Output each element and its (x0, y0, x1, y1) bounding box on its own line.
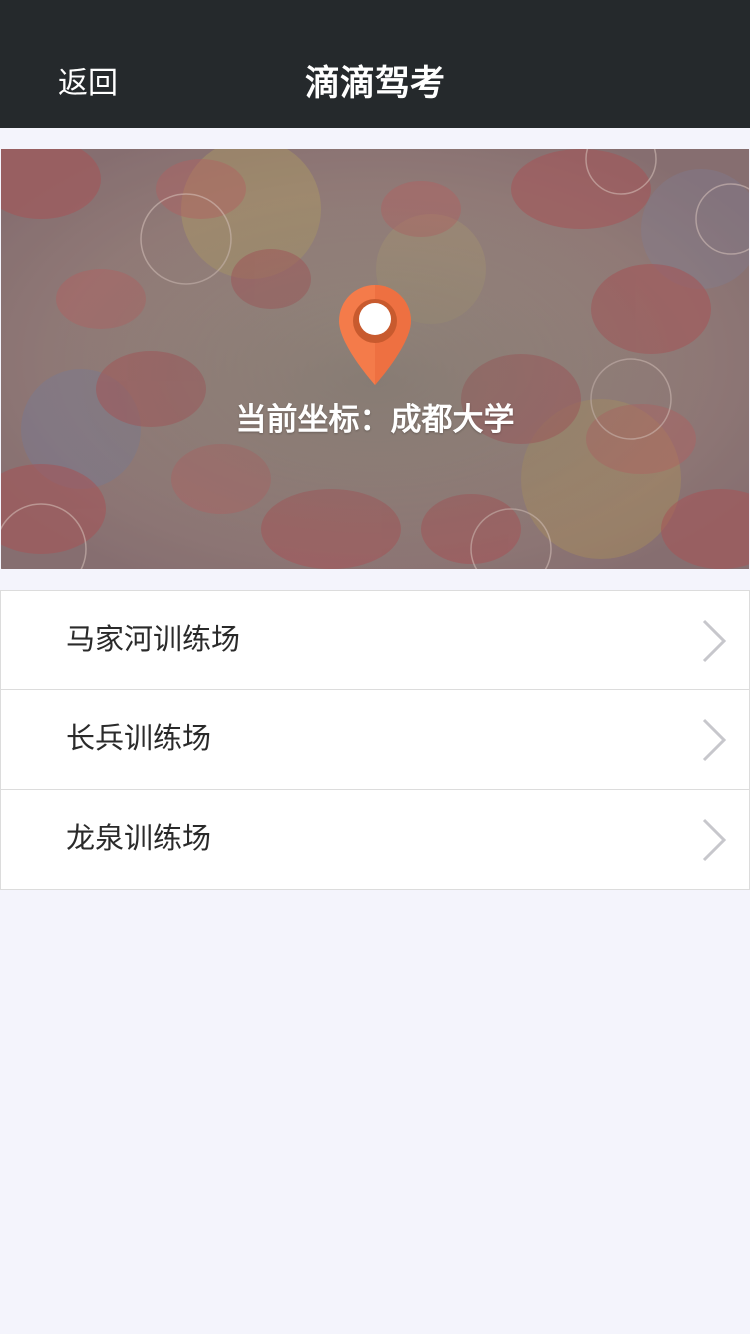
map-pin-icon (339, 285, 411, 385)
list-item-changbing[interactable]: 长兵训练场 (0, 690, 750, 790)
list-item-label: 长兵训练场 (66, 721, 212, 755)
list-item-label: 龙泉训练场 (66, 821, 212, 855)
chevron-right-icon (702, 619, 727, 663)
list-item-longquan[interactable]: 龙泉训练场 (0, 790, 750, 890)
training-ground-list: 马家河训练场 长兵训练场 龙泉训练场 (0, 590, 750, 890)
chevron-right-icon (702, 818, 727, 862)
navigation-bar: 返回 滴滴驾考 (0, 0, 750, 128)
list-item-majiahe[interactable]: 马家河训练场 (0, 590, 750, 690)
list-item-label: 马家河训练场 (66, 622, 241, 656)
current-location-label: 当前坐标：成都大学 (235, 402, 515, 438)
location-banner: 当前坐标：成都大学 (1, 149, 749, 569)
page-title: 滴滴驾考 (304, 64, 445, 104)
chevron-right-icon (702, 718, 727, 762)
